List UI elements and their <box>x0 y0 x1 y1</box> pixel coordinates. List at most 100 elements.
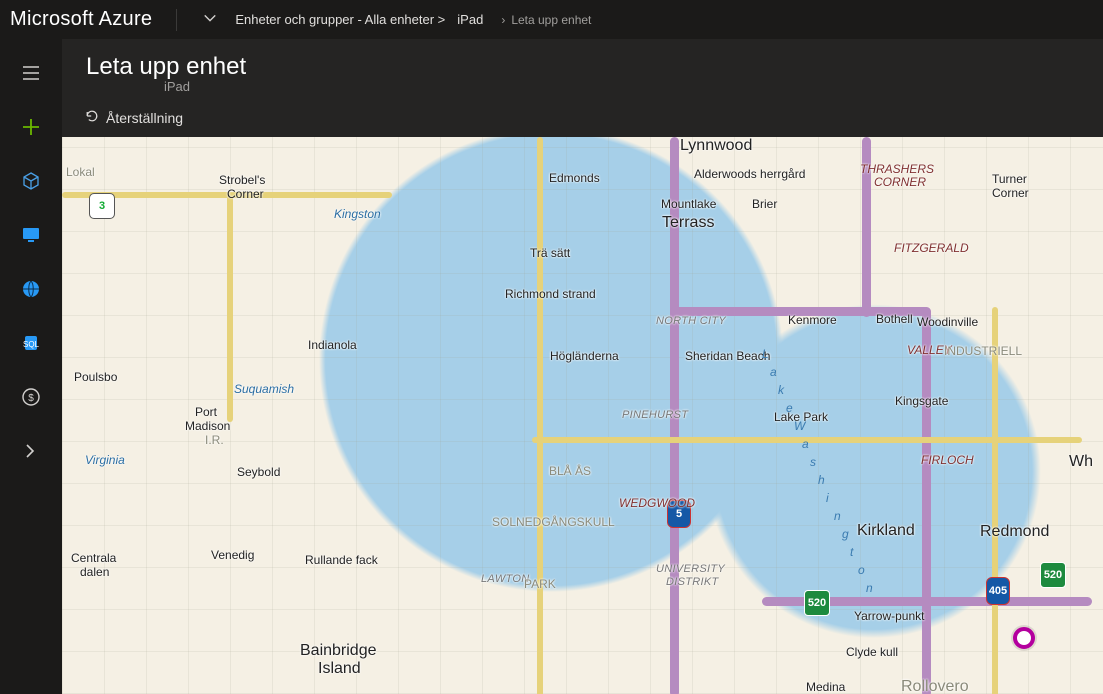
lake-label-letter: g <box>842 527 849 541</box>
map-background <box>62 137 1103 694</box>
blade-title: Leta upp enhet <box>86 53 1103 81</box>
blade: Leta upp enhet iPad Återställning <box>62 39 1103 694</box>
route-shield: 3 <box>89 193 115 219</box>
map-label: LAWTON <box>481 573 529 585</box>
map-label: Island <box>318 660 361 678</box>
map-label: SOLNEDGÅNGSKULL <box>492 515 615 529</box>
lake-label-letter: a <box>770 365 777 379</box>
map-label: Rollovero <box>901 678 969 694</box>
map-label: Redmond <box>980 523 1049 541</box>
map-label: Sheridan Beach <box>685 349 770 363</box>
lake-label-letter: a <box>802 437 809 451</box>
database-icon[interactable]: SQL <box>19 331 43 355</box>
highway <box>922 307 931 694</box>
route-shield: 405 <box>986 577 1010 605</box>
map-label: WEDGWOOD <box>619 496 695 510</box>
lake-label-letter: s <box>810 455 816 469</box>
map-label: Wh <box>1069 453 1093 471</box>
map-label: Virginia <box>85 453 125 467</box>
map-label: Kingston <box>334 207 381 221</box>
breadcrumb-leaf: Leta upp enhet <box>511 13 603 27</box>
svg-text:SQL: SQL <box>23 340 40 349</box>
map-label: I.R. <box>205 433 224 447</box>
map-label: Trä sätt <box>530 246 570 260</box>
lake-label-letter: i <box>826 491 829 505</box>
menu-icon[interactable] <box>19 61 43 85</box>
map-label: Centrala <box>71 551 116 565</box>
map-label: Terrass <box>662 214 714 232</box>
map-label: Brier <box>752 197 777 211</box>
map-label: Kirkland <box>857 522 915 540</box>
map-label: Medina <box>806 680 845 694</box>
map-label: Alderwoods herrgård <box>694 167 805 181</box>
blade-subtitle: iPad <box>86 79 1103 94</box>
map-label: INDUSTRIELL <box>944 344 1022 358</box>
map-label: Corner <box>227 187 264 201</box>
route-shield: 520 <box>804 590 830 616</box>
map-label: CORNER <box>874 175 926 189</box>
breadcrumb-chevron-icon[interactable] <box>185 11 235 28</box>
map-label: Bainbridge <box>300 642 377 660</box>
map-label: Poulsbo <box>74 370 117 384</box>
map-label: Madison <box>185 419 230 433</box>
lake-label-letter: n <box>834 509 841 523</box>
lake-label-letter: h <box>818 473 825 487</box>
refresh-button[interactable]: Återställning <box>84 108 183 127</box>
map-label: Indianola <box>308 338 357 352</box>
road <box>227 192 233 422</box>
globe-icon[interactable] <box>19 277 43 301</box>
map-label: Högländerna <box>550 349 619 363</box>
divider <box>176 9 177 31</box>
map-label: Richmond strand <box>505 287 596 301</box>
map-label: Turner <box>992 172 1027 186</box>
monitor-icon[interactable] <box>19 223 43 247</box>
map-label: BLÅ ÅS <box>549 464 591 478</box>
device-pin[interactable] <box>1013 627 1035 649</box>
map-label: Edmonds <box>549 171 600 185</box>
add-icon[interactable] <box>19 115 43 139</box>
lake-label-letter: k <box>778 383 784 397</box>
map-label: Suquamish <box>234 382 294 396</box>
map-label: Kenmore <box>788 313 837 327</box>
map-label: UNIVERSITY <box>656 563 725 575</box>
map-label: Strobel's <box>219 173 265 187</box>
cost-icon[interactable]: $ <box>19 385 43 409</box>
map-label: Venedig <box>211 548 254 562</box>
lake-label-letter: o <box>858 563 865 577</box>
blade-header: Leta upp enhet iPad <box>62 39 1103 94</box>
map[interactable]: 35405520520LokalStrobel'sCornerKingstonI… <box>62 137 1103 694</box>
nav-rail: SQL $ <box>0 39 62 694</box>
map-label: Rullande fack <box>305 553 378 567</box>
road <box>992 307 998 694</box>
breadcrumb-device[interactable]: iPad <box>457 12 495 27</box>
map-label: NORTH CITY <box>656 315 726 327</box>
map-label: Yarrow-punkt <box>854 609 924 623</box>
lake-label-letter: t <box>850 545 853 559</box>
map-label: Lynnwood <box>680 137 752 155</box>
map-label: Lokal <box>66 165 95 179</box>
lake-label-letter: L <box>762 347 769 361</box>
route-shield: 520 <box>1040 562 1066 588</box>
map-label: Bothell <box>876 312 913 326</box>
top-bar: Microsoft Azure Enheter och grupper - Al… <box>0 0 1103 39</box>
breadcrumb-root[interactable]: Enheter och grupper - Alla enheter > <box>235 12 457 27</box>
more-icon[interactable] <box>19 439 43 463</box>
cube-icon[interactable] <box>19 169 43 193</box>
map-label: Woodinville <box>917 315 978 329</box>
map-label: Kingsgate <box>895 394 948 408</box>
refresh-label: Återställning <box>106 110 183 126</box>
lake-label-letter: W <box>794 419 805 433</box>
map-label: PARK <box>524 577 556 591</box>
refresh-icon <box>84 108 100 127</box>
lake-label-letter: n <box>866 581 873 595</box>
map-label: THRASHERS <box>860 162 934 176</box>
road <box>537 137 543 694</box>
lake-label-letter: e <box>786 401 793 415</box>
map-label: PINEHURST <box>622 409 688 421</box>
map-label: Clyde kull <box>846 645 898 659</box>
map-label: Corner <box>992 186 1029 200</box>
brand[interactable]: Microsoft Azure <box>0 8 176 31</box>
map-label: Mountlake <box>661 197 716 211</box>
map-label: dalen <box>80 565 109 579</box>
map-label: FITZGERALD <box>894 241 969 255</box>
